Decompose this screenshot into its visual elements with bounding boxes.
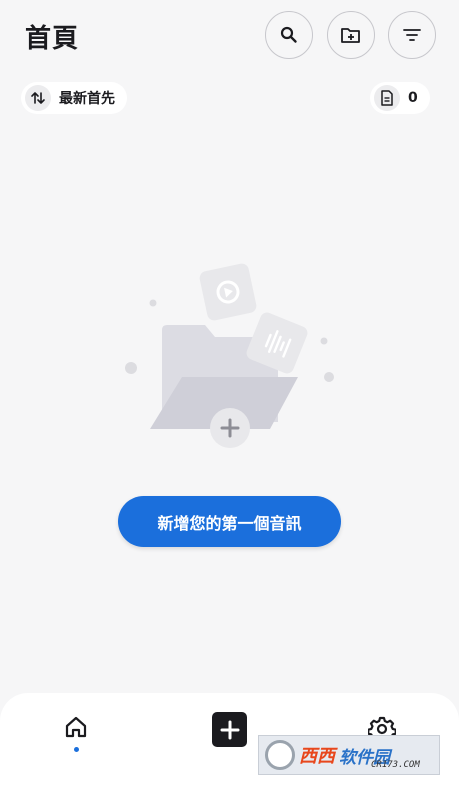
search-button[interactable]: [265, 11, 313, 59]
recording-count-badge: 0: [370, 82, 430, 114]
document-icon: [374, 85, 400, 111]
sort-button[interactable]: 最新首先: [21, 82, 127, 114]
watermark-brand-a: 西西: [299, 746, 335, 767]
folder-plus-icon: [341, 28, 360, 43]
plus-icon: [220, 720, 239, 739]
watermark-domain: CR173.COM: [371, 760, 420, 770]
add-first-audio-button[interactable]: 新增您的第一個音訊: [118, 496, 341, 547]
new-folder-button[interactable]: [327, 11, 375, 59]
home-icon: [65, 716, 87, 738]
recording-count: 0: [408, 90, 418, 106]
active-indicator: [73, 747, 79, 752]
empty-folder-illustration: [125, 263, 334, 448]
sort-label: 最新首先: [59, 91, 115, 107]
search-icon: [280, 26, 297, 43]
page-title: 首頁: [25, 24, 80, 54]
nav-home[interactable]: [60, 715, 92, 755]
filter-button[interactable]: [388, 11, 436, 59]
filter-icon: [403, 29, 421, 41]
watermark-logo-icon: [265, 740, 295, 770]
watermark: 西西 软件园 CR173.COM: [258, 735, 440, 775]
sort-arrows-icon: [25, 85, 51, 111]
nav-add-button[interactable]: [212, 712, 247, 747]
